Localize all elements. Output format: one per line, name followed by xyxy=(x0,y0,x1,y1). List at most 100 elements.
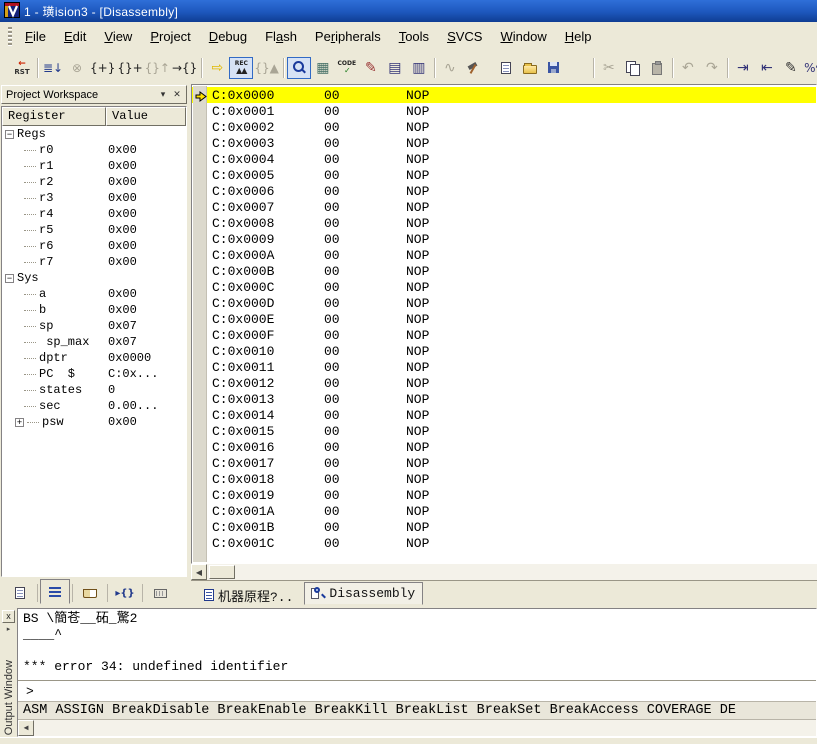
tree-section-sys[interactable]: −Sys xyxy=(2,270,186,286)
halt-button[interactable]: ⊗ xyxy=(65,57,89,79)
disasm-line[interactable]: C:0x000B00NOP xyxy=(192,263,816,279)
app-icon[interactable] xyxy=(4,2,20,21)
menubar-grip[interactable] xyxy=(8,27,12,47)
tree-row[interactable]: sec0.00... xyxy=(2,398,186,414)
tree-row[interactable]: r00x00 xyxy=(2,142,186,158)
disasm-line[interactable]: C:0x000900NOP xyxy=(192,231,816,247)
disasm-line[interactable]: C:0x000100NOP xyxy=(192,103,816,119)
disasm-line[interactable]: C:0x000C00NOP xyxy=(192,279,816,295)
tree-row[interactable]: a0x00 xyxy=(2,286,186,302)
disassembly-window-toggle[interactable] xyxy=(287,57,311,79)
menu-debug[interactable]: Debug xyxy=(200,24,256,49)
tree-row[interactable]: sp_max0x07 xyxy=(2,334,186,350)
disasm-line[interactable]: C:0x001200NOP xyxy=(192,375,816,391)
workspace-dropdown-icon[interactable]: ▾ xyxy=(156,88,170,101)
command-prompt[interactable]: > xyxy=(18,680,816,701)
disasm-line[interactable]: C:0x000500NOP xyxy=(192,167,816,183)
disasm-line[interactable]: C:0x000800NOP xyxy=(192,215,816,231)
toolbox-button[interactable] xyxy=(462,57,486,79)
disasm-line[interactable]: C:0x001500NOP xyxy=(192,423,816,439)
open-file-button[interactable] xyxy=(518,57,542,79)
tree-section-regs[interactable]: −Regs xyxy=(2,126,186,142)
redo-button[interactable]: ↷ xyxy=(700,57,724,79)
disasm-line[interactable]: C:0x001C00NOP xyxy=(192,535,816,551)
disasm-line[interactable]: C:0x000F00NOP xyxy=(192,327,816,343)
disasm-line[interactable]: C:0x001A00NOP xyxy=(192,503,816,519)
scroll-thumb[interactable] xyxy=(209,565,235,579)
tree-row[interactable]: PC $C:0x... xyxy=(2,366,186,382)
menu-project[interactable]: Project xyxy=(141,24,199,49)
run-button[interactable]: ≣↓ xyxy=(41,57,65,79)
scroll-left-button[interactable]: ◀ xyxy=(191,564,207,580)
view-trace-records-button[interactable]: {}▲ xyxy=(253,57,280,79)
column-header-value[interactable]: Value xyxy=(106,107,186,126)
tree-row[interactable]: b0x00 xyxy=(2,302,186,318)
expander-icon[interactable]: − xyxy=(5,274,14,283)
memory-window-button[interactable]: ▤ xyxy=(383,57,407,79)
tree-row[interactable]: dptr0x0000 xyxy=(2,350,186,366)
disasm-line[interactable]: C:0x001700NOP xyxy=(192,455,816,471)
output-menu-arrow-icon[interactable]: ▸ xyxy=(7,625,11,633)
disasm-line[interactable]: C:0x001900NOP xyxy=(192,487,816,503)
indent-button[interactable]: ⇥ xyxy=(731,57,755,79)
disasm-line[interactable]: C:0x000E00NOP xyxy=(192,311,816,327)
run-to-cursor-button[interactable]: →{} xyxy=(171,57,198,79)
disasm-line[interactable]: C:0x000600NOP xyxy=(192,183,816,199)
menu-window[interactable]: Window xyxy=(491,24,555,49)
tab-source-file[interactable]: 机器原程?.. xyxy=(199,585,300,605)
workspace-caption[interactable]: Project Workspace ▾ ✕ xyxy=(1,85,187,104)
paste-button[interactable] xyxy=(645,57,669,79)
expander-icon[interactable]: − xyxy=(5,130,14,139)
save-file-button[interactable] xyxy=(542,57,566,79)
disasm-line[interactable]: C:0x001800NOP xyxy=(192,471,816,487)
tree-row[interactable]: states0 xyxy=(2,382,186,398)
breakpoint-gutter[interactable] xyxy=(193,86,207,562)
disasm-line[interactable]: C:0x000000NOP xyxy=(192,87,816,103)
workspace-functions-tab[interactable]: ▸{} xyxy=(110,582,140,604)
copy-button[interactable] xyxy=(621,57,645,79)
disasm-line[interactable]: C:0x001600NOP xyxy=(192,439,816,455)
tree-row[interactable]: sp0x07 xyxy=(2,318,186,334)
next-bookmark-button[interactable]: %↷ xyxy=(803,57,817,79)
disasm-line[interactable]: C:0x001000NOP xyxy=(192,343,816,359)
workspace-close-icon[interactable]: ✕ xyxy=(170,88,184,101)
disasm-line[interactable]: C:0x001300NOP xyxy=(192,391,816,407)
expander-icon[interactable]: + xyxy=(15,418,24,427)
show-next-statement-button[interactable]: ⇨ xyxy=(205,57,229,79)
serial-window-button[interactable]: ▥ xyxy=(407,57,431,79)
step-out-button[interactable]: {}↑ xyxy=(144,57,171,79)
output-close-icon[interactable]: x xyxy=(2,610,15,623)
tree-row[interactable]: r40x00 xyxy=(2,206,186,222)
undo-button[interactable]: ↶ xyxy=(676,57,700,79)
disasm-line[interactable]: C:0x000200NOP xyxy=(192,119,816,135)
reset-cpu-button[interactable]: ←RST xyxy=(10,57,34,79)
workspace-books-tab[interactable] xyxy=(75,582,105,604)
tab-disassembly[interactable]: Disassembly xyxy=(304,582,423,605)
step-over-button[interactable]: {}+ xyxy=(116,57,143,79)
tree-row[interactable]: r70x00 xyxy=(2,254,186,270)
performance-analyzer-button[interactable]: ✎ xyxy=(359,57,383,79)
menu-flash[interactable]: Flash xyxy=(256,24,306,49)
workspace-regs-tab[interactable] xyxy=(40,579,70,604)
disasm-line[interactable]: C:0x000300NOP xyxy=(192,135,816,151)
tree-row[interactable]: r20x00 xyxy=(2,174,186,190)
workspace-files-tab[interactable] xyxy=(5,582,35,604)
toggle-bookmark-button[interactable]: ✎ xyxy=(779,57,803,79)
disasm-line[interactable]: C:0x000700NOP xyxy=(192,199,816,215)
cut-button[interactable]: ✂ xyxy=(597,57,621,79)
menu-peripherals[interactable]: Peripherals xyxy=(306,24,390,49)
tree-row[interactable]: r60x00 xyxy=(2,238,186,254)
watch-window-button[interactable]: ▦ xyxy=(311,57,335,79)
output-scroll-left-button[interactable]: ◀ xyxy=(18,720,34,736)
analysis-window-button[interactable]: ∿ xyxy=(438,57,462,79)
disasm-line[interactable]: C:0x000400NOP xyxy=(192,151,816,167)
menu-svcs[interactable]: SVCS xyxy=(438,24,491,49)
code-coverage-button[interactable]: CODE✓ xyxy=(335,57,359,79)
command-log[interactable]: BS \簡苍__砳_驚2 ____^ *** error 34: undefin… xyxy=(18,609,816,680)
column-header-register[interactable]: Register xyxy=(2,107,106,126)
menu-file[interactable]: File xyxy=(16,24,55,49)
tree-row[interactable]: r30x00 xyxy=(2,190,186,206)
menu-view[interactable]: View xyxy=(95,24,141,49)
step-into-button[interactable]: {+} xyxy=(89,57,116,79)
disasm-line[interactable]: C:0x001400NOP xyxy=(192,407,816,423)
